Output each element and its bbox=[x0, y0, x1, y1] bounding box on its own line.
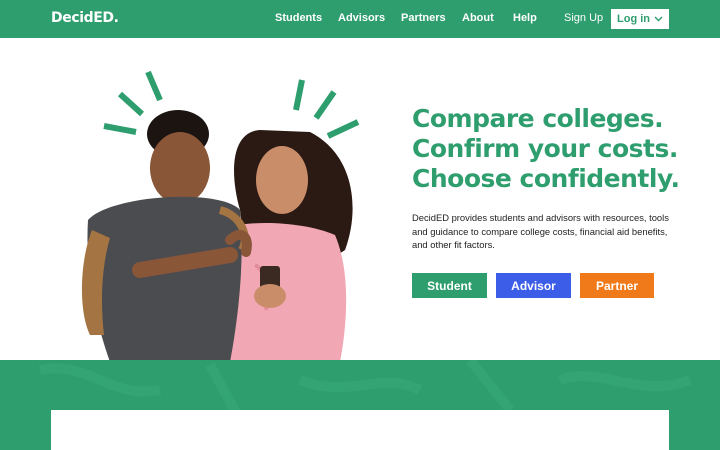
top-navigation: DecidED. Students Advisors Partners Abou… bbox=[0, 0, 720, 38]
sign-up-link[interactable]: Sign Up bbox=[564, 12, 603, 24]
logo[interactable]: DecidED. bbox=[51, 10, 119, 26]
hero-photo bbox=[70, 60, 370, 362]
burst-lines-right bbox=[293, 79, 360, 139]
chevron-down-icon bbox=[654, 16, 663, 22]
nav-about[interactable]: About bbox=[462, 12, 494, 24]
hero-description: DecidED provides students and advisors w… bbox=[412, 212, 669, 250]
person-left bbox=[81, 110, 252, 362]
advisor-button[interactable]: Advisor bbox=[496, 273, 571, 298]
headline-line-1: Compare colleges. bbox=[412, 104, 664, 133]
nav-partners[interactable]: Partners bbox=[401, 12, 446, 24]
headline-line-2: Confirm your costs. bbox=[412, 134, 678, 163]
nav-help[interactable]: Help bbox=[513, 12, 537, 24]
student-button[interactable]: Student bbox=[412, 273, 487, 298]
content-card bbox=[51, 410, 669, 450]
login-label: Log in bbox=[617, 13, 650, 25]
nav-advisors[interactable]: Advisors bbox=[338, 12, 385, 24]
login-button[interactable]: Log in bbox=[611, 9, 669, 29]
partner-button[interactable]: Partner bbox=[580, 273, 654, 298]
hero-headline: Compare colleges. Confirm your costs. Ch… bbox=[412, 104, 712, 194]
headline-line-3: Choose confidently. bbox=[412, 164, 680, 193]
nav-students[interactable]: Students bbox=[275, 12, 322, 24]
